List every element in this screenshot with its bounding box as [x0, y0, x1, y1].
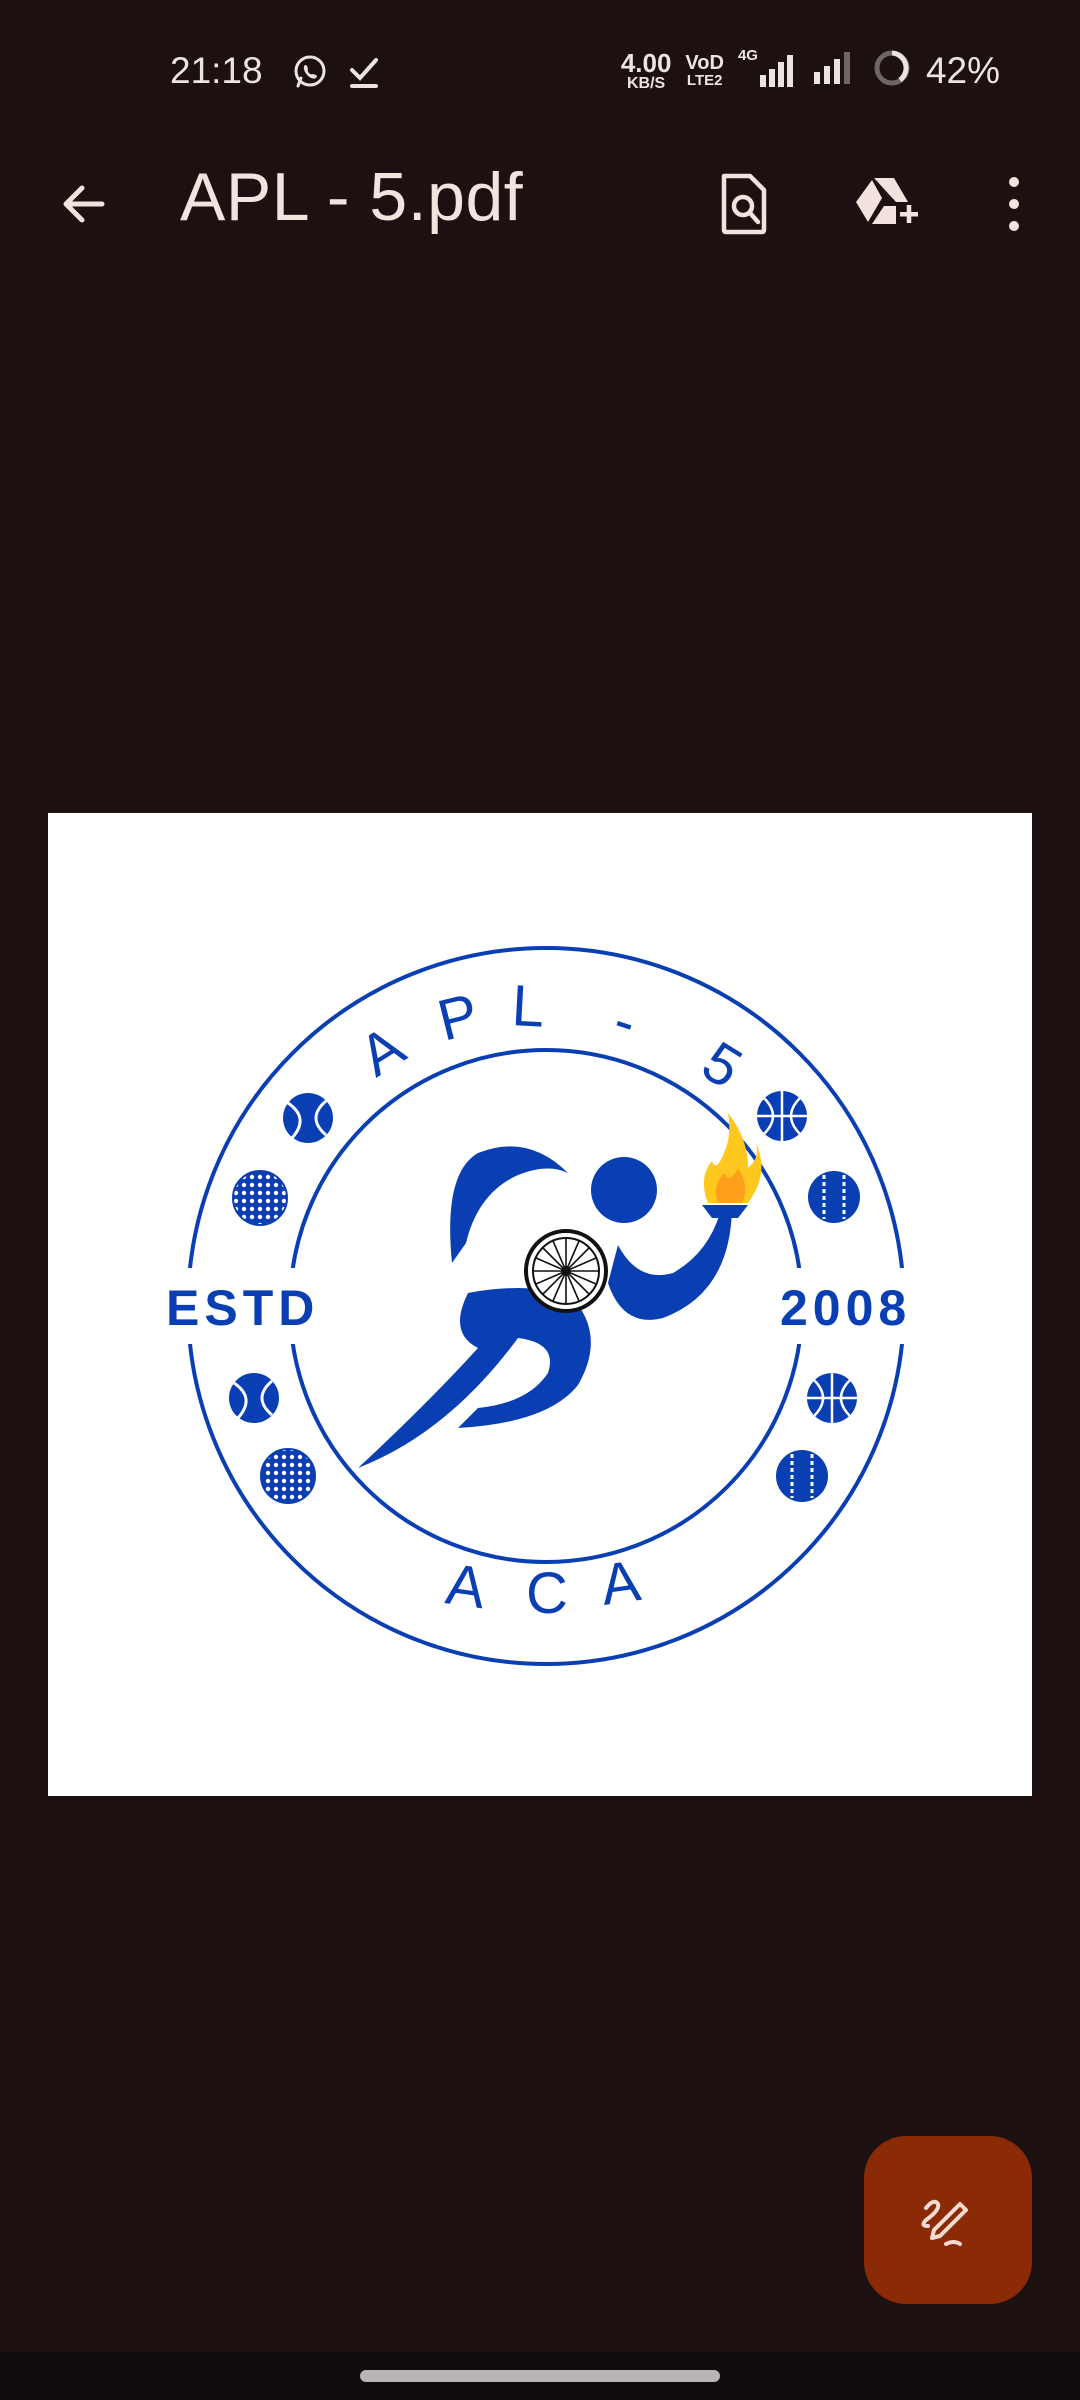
tennis-ball-icon — [283, 1093, 333, 1143]
status-right-cluster: 4.00 KB/S VoD LTE2 4G 42% — [621, 47, 1000, 93]
logo-top-letter-4: - — [606, 988, 644, 1056]
logo-top-letter-3: L — [510, 973, 546, 1040]
cricket-ball-icon — [776, 1450, 828, 1502]
apl-logo: A P L - 5 ESTD 2008 A C A — [158, 946, 962, 1666]
back-arrow-icon — [63, 185, 105, 223]
volte-top: VoD — [685, 52, 724, 74]
drive-add-icon — [856, 178, 918, 224]
pdf-viewer-screen: 21:18 4.00 KB/S VoD LTE2 4G 42% APL - 5.… — [0, 0, 1080, 2400]
net-speed: 4.00 KB/S — [621, 50, 672, 92]
logo-top-letter-2: P — [431, 981, 484, 1053]
gesture-nav-bar — [0, 2352, 1080, 2400]
pdf-page[interactable]: A P L - 5 ESTD 2008 A C A — [48, 813, 1032, 1796]
logo-top-letter-5: 5 — [691, 1029, 753, 1101]
document-title: APL - 5.pdf — [180, 159, 524, 235]
annotate-pen-icon — [921, 2199, 968, 2246]
logo-bottom-letter-1: A — [442, 1552, 490, 1622]
basketball-icon — [757, 1091, 807, 1141]
status-bar: 21:18 4.00 KB/S VoD LTE2 4G 42% — [0, 0, 1080, 140]
add-to-drive-button[interactable] — [848, 164, 928, 244]
logo-bottom-letter-3: A — [597, 1548, 645, 1618]
whatsapp-icon — [290, 52, 330, 92]
find-in-document-button[interactable] — [704, 164, 784, 244]
net-speed-unit: KB/S — [627, 74, 666, 92]
search-document-icon — [721, 173, 767, 235]
wheel-icon — [524, 1229, 608, 1313]
checkmark-icon — [344, 52, 384, 92]
logo-top-letter-1: A — [348, 1013, 416, 1089]
runner-arm — [608, 1209, 732, 1320]
logo-estd-text: ESTD — [166, 1280, 319, 1336]
volte-indicator: VoD LTE2 — [685, 53, 724, 88]
logo-bottom-letter-2: C — [526, 1561, 568, 1626]
more-vert-icon — [1009, 177, 1019, 231]
logo-year-text: 2008 — [780, 1280, 911, 1336]
signal-4g-icon: 4G — [738, 47, 798, 91]
status-time: 21:18 — [170, 50, 263, 91]
signal-sim2-icon — [812, 48, 858, 93]
runner-figure — [358, 1113, 762, 1468]
back-button[interactable] — [44, 164, 124, 244]
top-app-bar: APL - 5.pdf — [0, 140, 1080, 260]
basketball-icon — [807, 1373, 857, 1423]
cricket-ball-icon — [808, 1171, 860, 1223]
volte-bottom: LTE2 — [686, 72, 723, 89]
tennis-ball-icon — [229, 1373, 279, 1423]
annotate-button[interactable] — [864, 2136, 1032, 2304]
net-speed-value: 4.00 — [620, 47, 672, 78]
battery-icon — [872, 48, 912, 93]
home-handle[interactable] — [360, 2370, 720, 2382]
torch-icon — [702, 1113, 762, 1218]
more-options-button[interactable] — [974, 164, 1054, 244]
golf-ball-icon — [260, 1448, 316, 1504]
runner-head — [591, 1157, 657, 1223]
battery-percent: 42% — [925, 49, 1000, 91]
golf-ball-icon — [232, 1170, 288, 1226]
runner-legs — [358, 1288, 591, 1468]
